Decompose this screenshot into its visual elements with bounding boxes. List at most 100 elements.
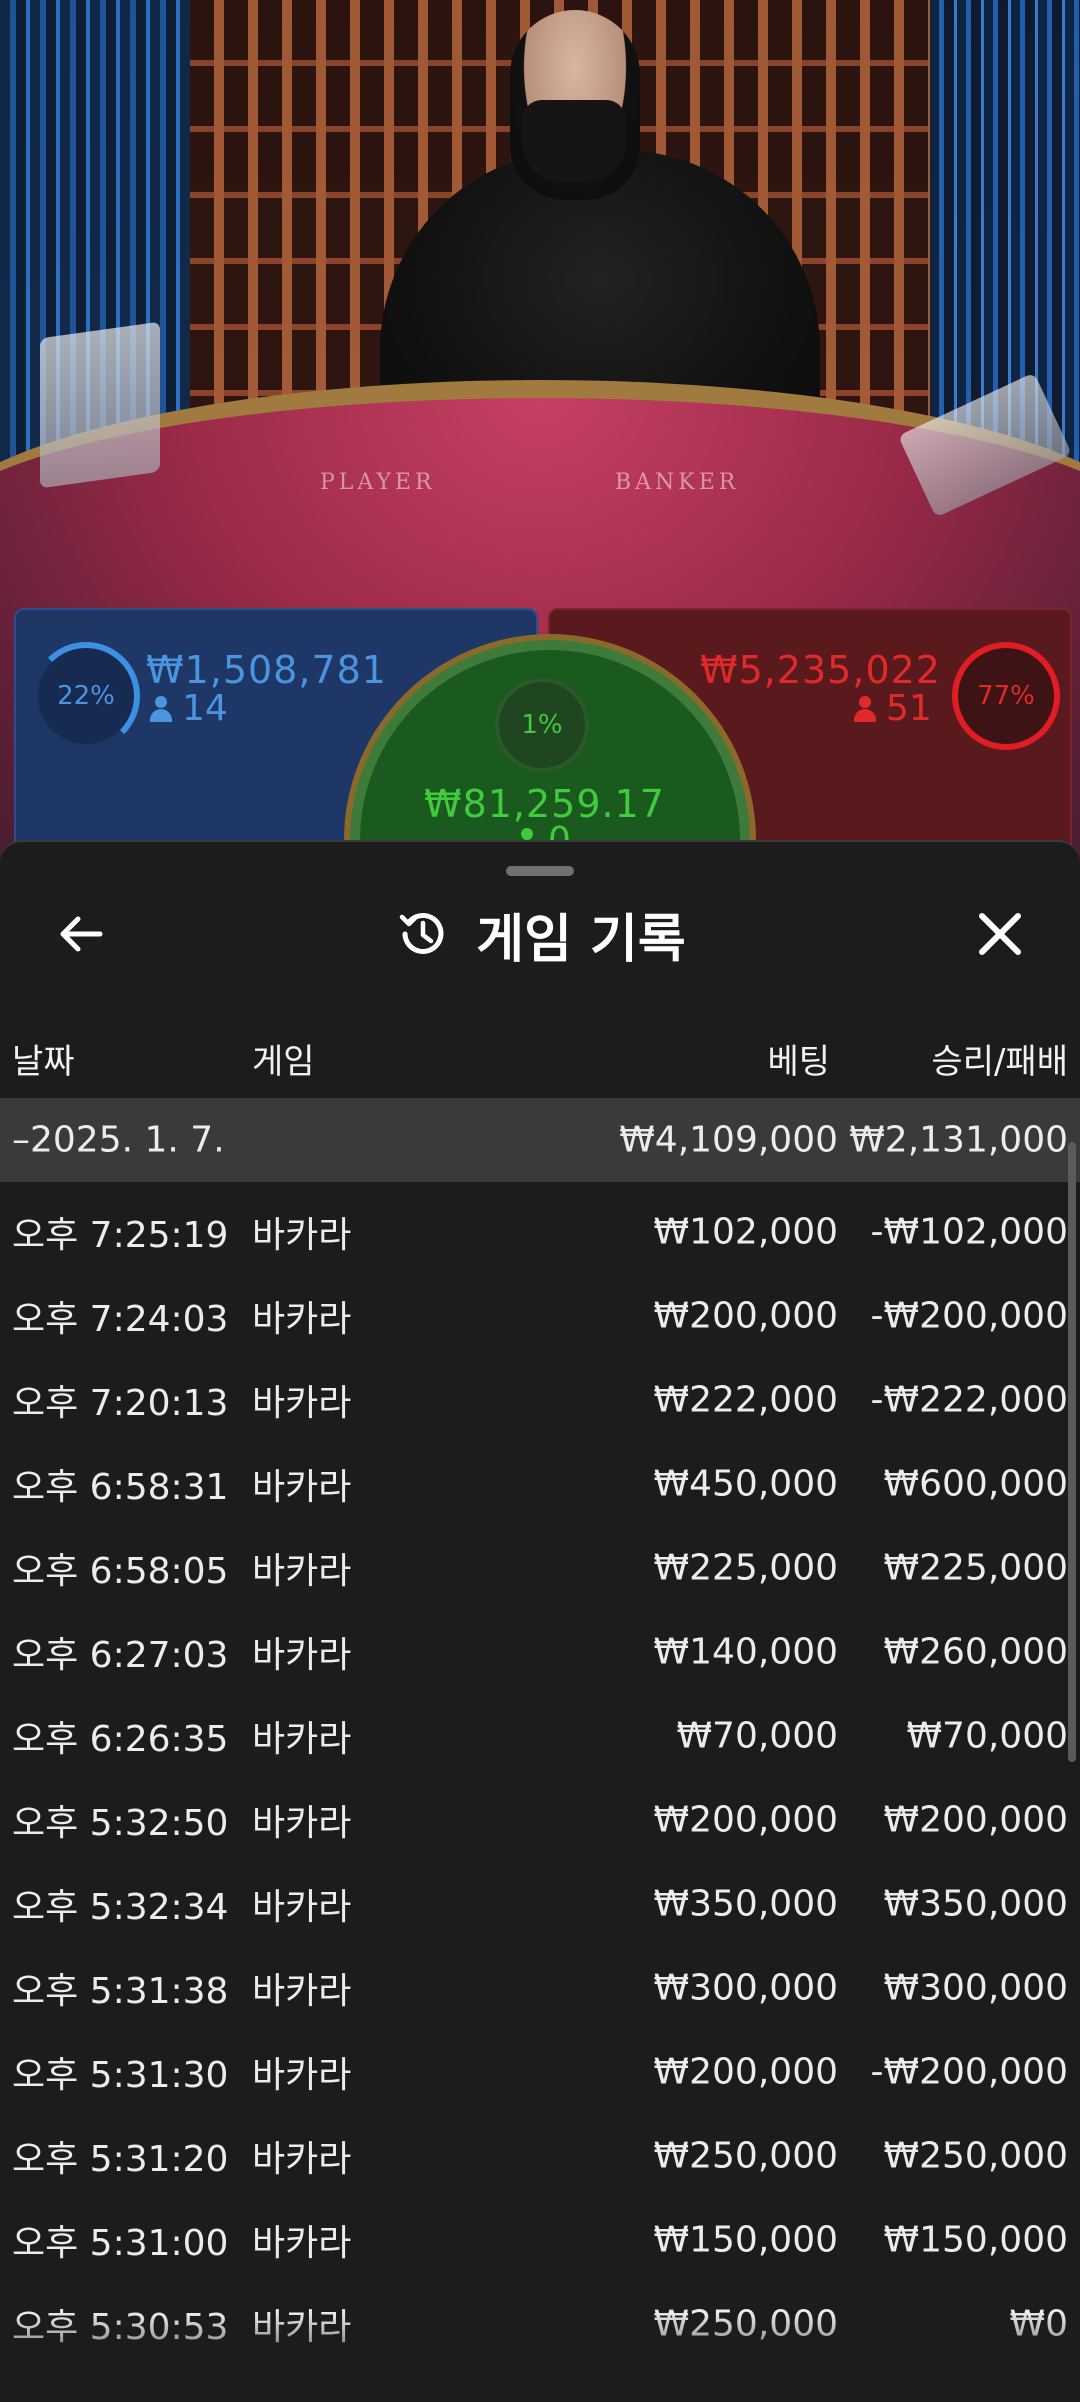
row-result: ₩350,000: [883, 1883, 1068, 1925]
group-date: –2025. 1. 7.: [12, 1119, 225, 1161]
table-row[interactable]: 오후 5:32:50 바카라 ₩200,000 ₩200,000: [0, 1778, 1080, 1862]
banker-total-amount: ₩5,235,022: [700, 648, 941, 692]
row-time: 오후 6:58:05: [12, 1551, 229, 1592]
row-bet: ₩300,000: [653, 1967, 838, 2009]
felt-player-label: PLAYER: [320, 470, 436, 495]
row-bet: ₩102,000: [653, 1211, 838, 1253]
table-row[interactable]: 오후 5:30:53 바카라 ₩250,000 ₩0: [0, 2282, 1080, 2366]
row-time: 오후 7:20:13: [12, 1383, 229, 1424]
table-row[interactable]: 오후 5:32:34 바카라 ₩350,000 ₩350,000: [0, 1862, 1080, 1946]
row-bet: ₩350,000: [653, 1883, 838, 1925]
player-percent-ring: 22%: [32, 642, 140, 750]
row-game: 바카라: [252, 1299, 352, 1340]
table-row[interactable]: 오후 5:31:30 바카라 ₩200,000 -₩200,000: [0, 2030, 1080, 2114]
row-time: 오후 5:32:34: [12, 1887, 229, 1928]
person-icon: [854, 695, 876, 722]
row-result: ₩70,000: [906, 1715, 1068, 1757]
table-row[interactable]: 오후 5:31:20 바카라 ₩250,000 ₩250,000: [0, 2114, 1080, 2198]
table-row[interactable]: 오후 6:27:03 바카라 ₩140,000 ₩260,000: [0, 1610, 1080, 1694]
dealer-mask: [522, 100, 626, 182]
table-row[interactable]: 오후 7:24:03 바카라 ₩200,000 -₩200,000: [0, 1274, 1080, 1358]
row-game: 바카라: [252, 1467, 352, 1508]
row-time: 오후 5:31:38: [12, 1971, 229, 2012]
row-bet: ₩140,000: [653, 1631, 838, 1673]
row-time: 오후 5:31:30: [12, 2055, 229, 2096]
row-bet: ₩225,000: [653, 1547, 838, 1589]
row-game: 바카라: [252, 1971, 352, 2012]
row-time: 오후 5:32:50: [12, 1803, 229, 1844]
sheet-title: 게임 기록: [476, 909, 686, 970]
table-row[interactable]: 오후 5:31:38 바카라 ₩300,000 ₩300,000: [0, 1946, 1080, 2030]
row-game: 바카라: [252, 2223, 352, 2264]
row-result: -₩222,000: [870, 1379, 1068, 1421]
date-group-row[interactable]: –2025. 1. 7. ₩4,109,000 ₩2,131,000: [0, 1098, 1080, 1182]
row-bet: ₩200,000: [653, 2051, 838, 2093]
row-result: ₩250,000: [883, 2135, 1068, 2177]
row-game: 바카라: [252, 1803, 352, 1844]
history-table: –2025. 1. 7. ₩4,109,000 ₩2,131,000 오후 7:…: [0, 1098, 1080, 2366]
close-button[interactable]: [970, 904, 1030, 964]
table-row[interactable]: 오후 6:58:05 바카라 ₩225,000 ₩225,000: [0, 1526, 1080, 1610]
column-header-date: 날짜: [12, 1042, 75, 1082]
tie-percent-ring: 1%: [495, 678, 589, 772]
card-shoe-left: [40, 321, 160, 489]
row-result: ₩0: [1009, 2303, 1069, 2345]
row-time: 오후 5:31:00: [12, 2223, 229, 2264]
row-result: -₩200,000: [870, 1295, 1068, 1337]
column-header-result: 승리/패배: [931, 1042, 1068, 1082]
felt-banker-label: BANKER: [615, 470, 740, 495]
row-result: -₩200,000: [870, 2051, 1068, 2093]
game-history-sheet: 게임 기록 날짜 게임 베팅 승리/패배 –2025. 1. 7. ₩4,109…: [0, 840, 1080, 2402]
row-time: 오후 7:25:19: [12, 1215, 229, 1256]
row-result: ₩260,000: [883, 1631, 1068, 1673]
banker-percent: 77%: [977, 681, 1035, 711]
tie-percent: 1%: [521, 710, 563, 740]
banker-bettor-count: 51: [854, 688, 932, 729]
row-bet: ₩200,000: [653, 1799, 838, 1841]
table-row[interactable]: 오후 5:31:00 바카라 ₩150,000 ₩150,000: [0, 2198, 1080, 2282]
row-bet: ₩250,000: [653, 2303, 838, 2345]
row-game: 바카라: [252, 1551, 352, 1592]
row-time: 오후 6:58:31: [12, 1467, 229, 1508]
column-header-game: 게임: [252, 1042, 315, 1082]
player-bettor-count: 14: [150, 688, 228, 729]
sheet-drag-handle[interactable]: [506, 866, 574, 876]
history-rows: 오후 7:25:19 바카라 ₩102,000 -₩102,000 오후 7:24:03…: [0, 1190, 1080, 2366]
row-result: ₩150,000: [883, 2219, 1068, 2261]
row-time: 오후 7:24:03: [12, 1299, 229, 1340]
sheet-header: 게임 기록: [0, 902, 1080, 970]
row-result: ₩300,000: [883, 1967, 1068, 2009]
player-total-amount: ₩1,508,781: [146, 648, 387, 692]
row-game: 바카라: [252, 1887, 352, 1928]
row-game: 바카라: [252, 1383, 352, 1424]
banker-count-value: 51: [886, 688, 932, 729]
row-result: ₩200,000: [883, 1799, 1068, 1841]
row-game: 바카라: [252, 2307, 352, 2348]
close-icon: [979, 913, 1021, 955]
player-percent: 22%: [57, 681, 115, 711]
banker-percent-ring: 77%: [952, 642, 1060, 750]
row-bet: ₩70,000: [676, 1715, 838, 1757]
row-bet: ₩222,000: [653, 1379, 838, 1421]
row-game: 바카라: [252, 2139, 352, 2180]
row-game: 바카라: [252, 2055, 352, 2096]
row-result: -₩102,000: [870, 1211, 1068, 1253]
group-result-total: ₩2,131,000: [849, 1119, 1068, 1161]
row-time: 오후 5:31:20: [12, 2139, 229, 2180]
table-row[interactable]: 오후 7:20:13 바카라 ₩222,000 -₩222,000: [0, 1358, 1080, 1442]
table-row[interactable]: 오후 6:26:35 바카라 ₩70,000 ₩70,000: [0, 1694, 1080, 1778]
player-count-value: 14: [182, 688, 228, 729]
row-time: 오후 5:30:53: [12, 2307, 229, 2348]
row-result: ₩600,000: [883, 1463, 1068, 1505]
column-header-bet: 베팅: [767, 1042, 830, 1082]
row-time: 오후 6:27:03: [12, 1635, 229, 1676]
row-bet: ₩200,000: [653, 1295, 838, 1337]
scrollbar[interactable]: [1068, 1142, 1076, 1762]
row-time: 오후 6:26:35: [12, 1719, 229, 1760]
person-icon: [150, 695, 172, 722]
row-bet: ₩150,000: [653, 2219, 838, 2261]
table-row[interactable]: 오후 6:58:31 바카라 ₩450,000 ₩600,000: [0, 1442, 1080, 1526]
row-result: ₩225,000: [883, 1547, 1068, 1589]
row-game: 바카라: [252, 1215, 352, 1256]
table-row[interactable]: 오후 7:25:19 바카라 ₩102,000 -₩102,000: [0, 1190, 1080, 1274]
